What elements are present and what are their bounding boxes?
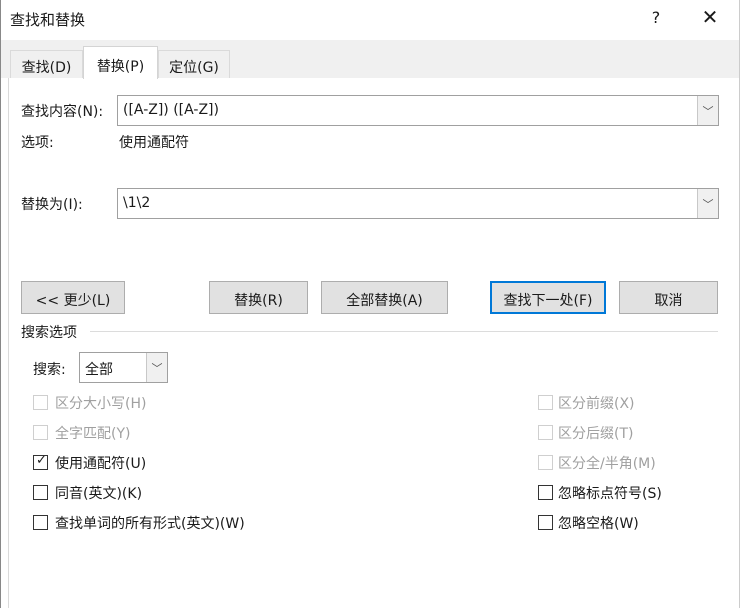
- replace-all-button[interactable]: 全部替换(A): [321, 281, 448, 314]
- tab-replace[interactable]: 替换(P): [83, 46, 158, 79]
- checkbox-label[interactable]: 查找单词的所有形式(英文)(W): [55, 513, 245, 533]
- search-direction-chevron-icon[interactable]: ﹀: [146, 353, 167, 382]
- checkbox-label[interactable]: 忽略空格(W): [558, 513, 639, 533]
- close-button[interactable]: ✕: [698, 5, 722, 29]
- checkbox-label[interactable]: 同音(英文)(K): [55, 483, 142, 503]
- checkbox: [33, 425, 48, 440]
- tab-find[interactable]: 查找(D): [10, 50, 83, 78]
- search-direction-label: 搜索:: [33, 362, 66, 378]
- group-divider: [90, 331, 718, 332]
- find-value: ([A-Z]) ([A-Z]): [123, 102, 219, 118]
- replace-button[interactable]: 替换(R): [209, 281, 308, 314]
- checkbox-label[interactable]: 使用通配符(U): [55, 453, 146, 473]
- checkbox[interactable]: [33, 515, 48, 530]
- options-value: 使用通配符: [119, 135, 189, 151]
- find-input[interactable]: ([A-Z]) ([A-Z]) ﹀: [117, 95, 719, 126]
- checkbox: [538, 455, 553, 470]
- dialog-title: 查找和替换: [10, 11, 86, 29]
- replace-input[interactable]: \1\2 ﹀: [117, 188, 719, 219]
- cancel-button[interactable]: 取消: [619, 281, 718, 314]
- checkbox: [33, 395, 48, 410]
- checkbox: [538, 425, 553, 440]
- tab-goto[interactable]: 定位(G): [158, 50, 230, 78]
- replace-dropdown-chevron-icon[interactable]: ﹀: [697, 189, 718, 218]
- checkbox[interactable]: [538, 515, 553, 530]
- search-direction-value: 全部: [85, 362, 113, 378]
- find-label: 查找内容(N):: [21, 104, 104, 120]
- checkbox-label: 全字匹配(Y): [55, 426, 131, 442]
- checkbox-label: 区分大小写(H): [55, 396, 147, 412]
- checkbox-label: 区分前缀(X): [558, 396, 635, 412]
- replace-value: \1\2: [123, 195, 151, 211]
- checkbox[interactable]: ✓: [33, 453, 48, 470]
- checkbox-label: 区分全/半角(M): [558, 456, 656, 472]
- search-direction-select[interactable]: 全部 ﹀: [79, 352, 168, 383]
- help-button[interactable]: ?: [646, 8, 666, 27]
- find-dropdown-chevron-icon[interactable]: ﹀: [697, 96, 718, 125]
- checkmark-icon: ✓: [36, 453, 47, 468]
- options-label: 选项:: [21, 135, 54, 151]
- less-button[interactable]: << 更少(L): [21, 281, 125, 314]
- replace-label: 替换为(I):: [21, 197, 83, 213]
- checkbox[interactable]: [538, 485, 553, 500]
- checkbox-label: 区分后缀(T): [558, 426, 634, 442]
- search-options-heading: 搜索选项: [21, 325, 77, 341]
- find-next-button[interactable]: 查找下一处(F): [490, 281, 606, 314]
- checkbox-label[interactable]: 忽略标点符号(S): [558, 483, 662, 503]
- checkbox[interactable]: [33, 485, 48, 500]
- checkbox: [538, 395, 553, 410]
